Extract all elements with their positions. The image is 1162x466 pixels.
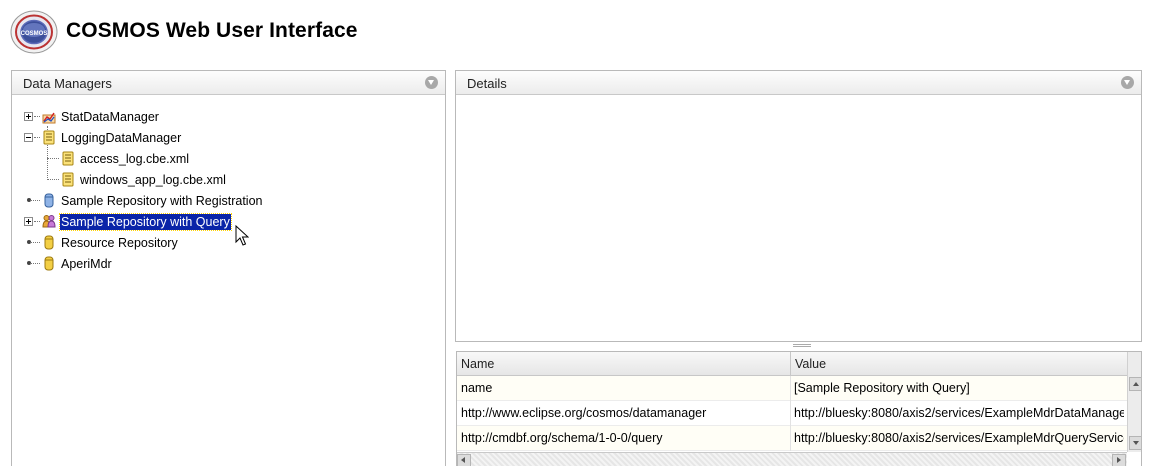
tree-node-sample-repo-query[interactable]: Sample Repository with Query [24,213,344,231]
details-title: Details [467,76,507,91]
property-value: http://bluesky:8080/axis2/services/Examp… [794,406,1124,420]
tree-node-label: Sample Repository with Query [59,213,232,231]
tree-node-label: windows_app_log.cbe.xml [80,173,226,187]
data-managers-header: Data Managers [12,71,445,95]
property-name: http://www.eclipse.org/cosmos/datamanage… [461,406,707,420]
data-managers-title: Data Managers [23,76,112,91]
log-file-icon [62,151,74,166]
property-value: [Sample Repository with Query] [794,381,970,395]
property-value: http://bluesky:8080/axis2/services/Examp… [794,431,1124,445]
collapse-icon[interactable] [1121,76,1134,89]
repository-icon [44,235,54,250]
tree-node-label: Sample Repository with Registration [61,194,263,208]
details-panel: Details [455,70,1142,342]
svg-text:COSMOS: COSMOS [21,31,48,37]
properties-table: Name Value name [Sample Repository with … [456,351,1142,466]
table-row[interactable]: http://cmdbf.org/schema/1-0-0/query http… [457,426,1127,451]
tree-node-access-log[interactable]: access_log.cbe.xml [43,150,343,168]
mouse-cursor-icon [235,225,249,246]
column-header-name[interactable]: Name [461,357,494,371]
data-managers-panel: Data Managers StatDataManager LoggingDat… [11,70,446,466]
horizontal-scrollbar[interactable] [457,452,1127,466]
tree-node-windows-app-log[interactable]: windows_app_log.cbe.xml [43,171,343,189]
cosmos-logo: COSMOS [10,10,58,54]
tree-node-label: StatDataManager [61,110,159,124]
expand-icon[interactable] [24,112,33,121]
app-title: COSMOS Web User Interface [66,19,358,42]
users-icon [42,215,56,228]
repository-icon [44,193,54,208]
tree-node-label: access_log.cbe.xml [80,152,190,166]
tree-node-aperimdr[interactable]: AperiMdr [24,255,324,273]
chart-icon [42,112,56,124]
tree-node-sample-repo-registration[interactable]: Sample Repository with Registration [24,192,344,210]
tree-node-label: LoggingDataManager [61,131,182,145]
scroll-left-icon[interactable] [457,454,471,466]
property-name: name [461,381,493,395]
scroll-down-icon[interactable] [1129,436,1141,450]
tree-node-resource-repository[interactable]: Resource Repository [24,234,324,252]
table-row[interactable]: http://www.eclipse.org/cosmos/datamanage… [457,401,1127,426]
properties-header: Name Value [457,352,1127,376]
tree-node-label: Resource Repository [61,236,178,250]
log-icon [43,130,55,145]
vertical-scrollbar[interactable] [1127,352,1141,452]
tree-node-label: AperiMdr [61,257,112,271]
app-header: COSMOS COSMOS Web User Interface [0,0,1162,64]
repository-icon [44,256,54,271]
details-header: Details [456,71,1141,95]
table-row[interactable]: name [Sample Repository with Query] [457,376,1127,401]
log-file-icon [62,172,74,187]
scroll-up-icon[interactable] [1129,377,1141,391]
tree-node-loggingdatamanager[interactable]: LoggingDataManager [24,129,324,147]
column-header-value[interactable]: Value [795,357,826,371]
scroll-right-icon[interactable] [1112,454,1126,466]
collapse-node-icon[interactable] [24,133,33,142]
expand-icon[interactable] [24,217,33,226]
property-name: http://cmdbf.org/schema/1-0-0/query [461,431,663,445]
collapse-icon[interactable] [425,76,438,89]
tree-node-statdatamanager[interactable]: StatDataManager [24,108,324,126]
panel-splitter[interactable] [793,344,811,347]
